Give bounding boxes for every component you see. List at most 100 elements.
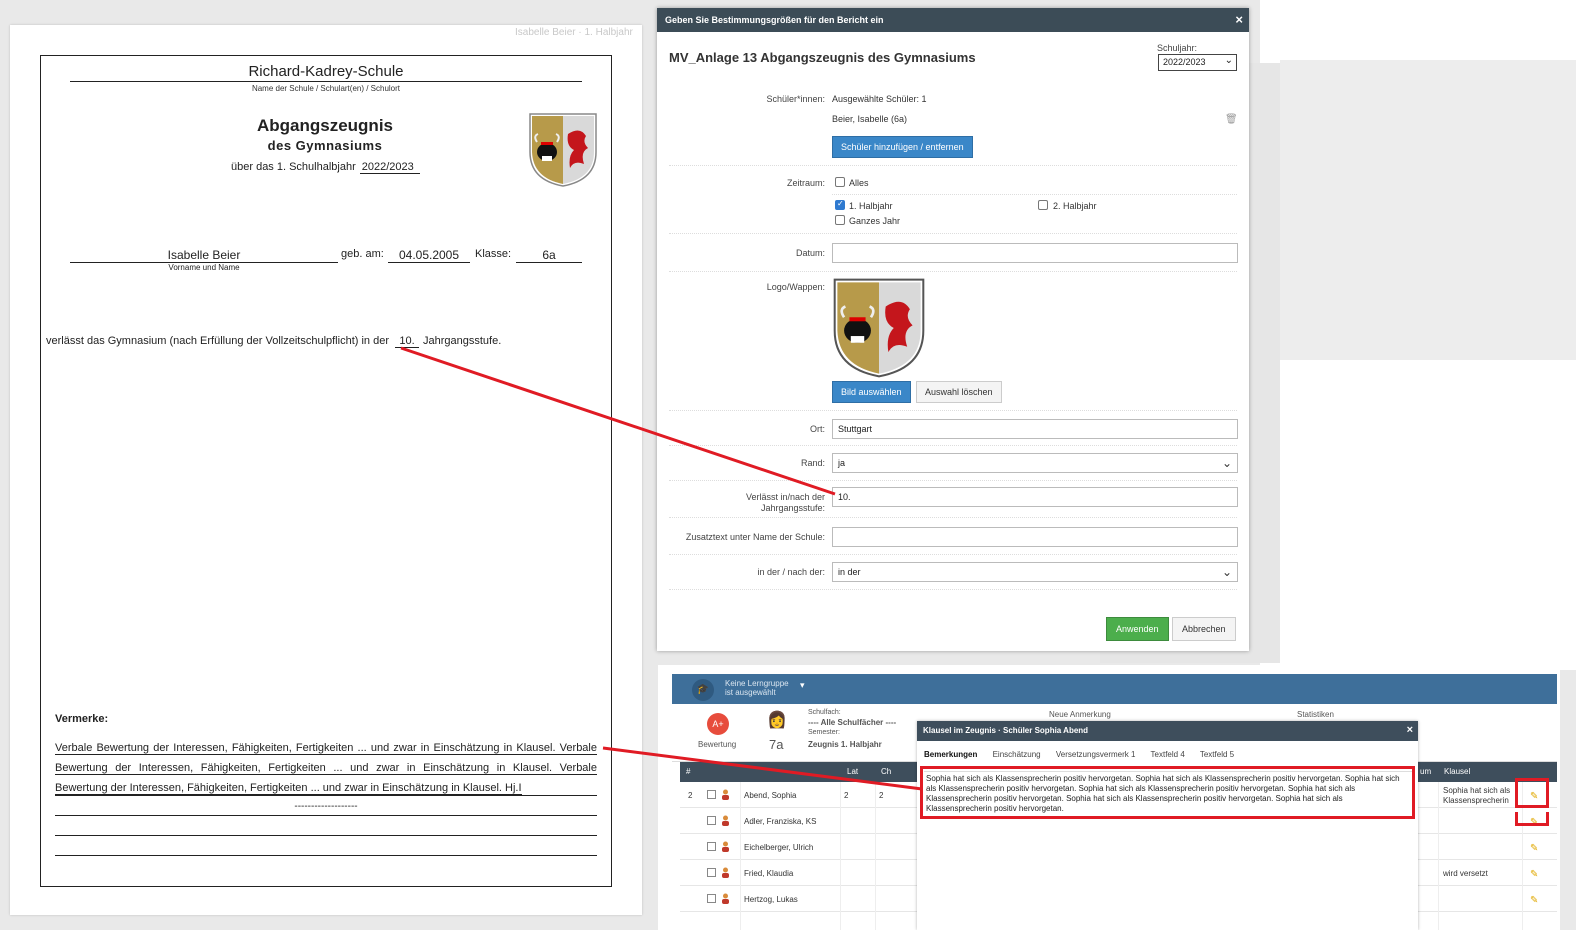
student-icon — [722, 867, 729, 878]
school-name-caption: Name der Schule / Schulart(en) / Schulor… — [251, 84, 401, 93]
period-first-half-checkbox[interactable] — [835, 199, 845, 210]
statistics-button[interactable]: Statistiken — [1297, 710, 1334, 719]
separator — [669, 271, 1237, 272]
period-full-year-checkbox[interactable] — [835, 215, 845, 225]
place-label: Ort: — [810, 424, 825, 434]
col-klausel: Klausel — [1444, 767, 1471, 776]
students-selected-count: Ausgewählte Schüler: 1 — [832, 94, 927, 104]
report-title: MV_Anlage 13 Abgangszeugnis des Gymnasiu… — [669, 50, 976, 65]
students-label: Schüler*innen: — [766, 94, 825, 104]
leaves-statement: verlässt das Gymnasium (nach Erfüllung d… — [46, 335, 501, 348]
separator — [832, 194, 1237, 195]
school-name: Richard-Kadrey-Schule — [70, 63, 582, 82]
learning-group-selector[interactable]: Keine Lerngruppe ist ausgewählt — [725, 679, 789, 697]
logo-label: Logo/Wappen: — [766, 282, 825, 292]
row-number: 2 — [688, 791, 693, 800]
coat-of-arms-icon — [529, 113, 597, 187]
klausel-modal: Klausel im Zeugnis · Schüler Sophia Aben… — [917, 721, 1418, 930]
remarks-content: Verbale Bewertung der Interessen, Fähigk… — [55, 742, 597, 795]
separator — [669, 410, 1237, 411]
cancel-button[interactable]: Abbrechen — [1172, 617, 1236, 641]
report-parameters-dialog: Geben Sie Bestimmungsgrößen für den Beri… — [657, 8, 1249, 651]
remarks-text: Verbale Bewertung der Interessen, Fähigk… — [55, 738, 597, 798]
rating-label[interactable]: Bewertung — [698, 740, 736, 749]
student-name: Adler, Franziska, KS — [744, 817, 817, 826]
border-select[interactable]: ja ⌄ — [832, 453, 1238, 473]
chevron-down-icon: ⌄ — [1221, 565, 1232, 579]
edit-pencil-icon[interactable]: ✎ — [1530, 869, 1538, 880]
date-input[interactable] — [832, 243, 1238, 263]
in-after-value: in der — [838, 567, 861, 577]
grid-column-line — [840, 782, 841, 930]
separator — [669, 233, 1237, 234]
tab-einschaetzung[interactable]: Einschätzung — [993, 750, 1041, 759]
choose-image-button[interactable]: Bild auswählen — [832, 381, 911, 403]
dialog-header-title: Geben Sie Bestimmungsgrößen für den Beri… — [665, 15, 884, 25]
annotation-pencil-box-lower — [1515, 812, 1549, 826]
row-checkbox[interactable] — [707, 894, 716, 903]
class-value[interactable]: 7a — [769, 737, 783, 752]
selected-student-entry: Beier, Isabelle (6a) — [832, 114, 908, 124]
group-line-1: Keine Lerngruppe — [725, 679, 789, 688]
student-icon — [722, 893, 729, 904]
clear-selection-button[interactable]: Auswahl löschen — [916, 381, 1002, 403]
tab-textfeld-4[interactable]: Textfeld 4 — [1151, 750, 1185, 759]
period-second-half-label: 2. Halbjahr — [1053, 201, 1097, 211]
student-name-caption: Vorname und Name — [168, 263, 240, 272]
rating-icon[interactable]: A+ — [707, 713, 729, 735]
separator — [669, 554, 1237, 555]
date-label: Datum: — [795, 248, 825, 258]
subject-value[interactable]: ---- Alle Schulfächer ---- — [808, 718, 896, 727]
background-right-gray — [1280, 60, 1576, 360]
klausel-text: Sophia hat sich als Klassensprecherin — [1443, 786, 1511, 805]
row-checkbox[interactable] — [707, 842, 716, 851]
student-name: Isabelle Beier — [70, 248, 338, 263]
school-year-label: Schuljahr: — [1157, 43, 1198, 53]
row-checkbox[interactable] — [707, 816, 716, 825]
col-number: # — [686, 767, 691, 776]
remarks-line — [55, 835, 597, 836]
separator — [669, 480, 1237, 481]
graduation-cap-icon[interactable]: 🎓 — [692, 679, 714, 701]
edit-pencil-icon[interactable]: ✎ — [1530, 895, 1538, 906]
remarks-dashes: ------------------- — [294, 801, 358, 812]
edit-pencil-icon[interactable]: ✎ — [1530, 843, 1538, 854]
in-after-select[interactable]: in der ⌄ — [832, 562, 1238, 582]
leaves-grade-input[interactable]: 10. — [832, 487, 1238, 507]
place-input[interactable]: Stuttgart — [832, 419, 1238, 439]
row-checkbox[interactable] — [707, 790, 716, 799]
tab-bemerkungen[interactable]: Bemerkungen — [924, 750, 977, 759]
new-note-button[interactable]: Neue Anmerkung — [1049, 710, 1111, 719]
remarks-line — [55, 855, 597, 856]
extra-text-label: Zusatztext unter Name der Schule: — [685, 532, 825, 542]
separator — [669, 445, 1237, 446]
class-value: 6a — [516, 248, 582, 263]
semester-value[interactable]: Zeugnis 1. Halbjahr — [808, 740, 882, 749]
student-icon — [722, 815, 729, 826]
school-year-select[interactable]: 2022/2023 ⌄ — [1158, 54, 1237, 71]
grade-lat[interactable]: 2 — [844, 791, 848, 800]
add-remove-students-button[interactable]: Schüler hinzufügen / entfernen — [832, 136, 973, 158]
trash-icon[interactable]: 🗑 — [1225, 114, 1238, 125]
period-all-checkbox[interactable] — [835, 177, 845, 187]
apply-button[interactable]: Anwenden — [1106, 617, 1169, 641]
chevron-down-icon[interactable]: ▾ — [800, 680, 805, 691]
tab-textfeld-5[interactable]: Textfeld 5 — [1200, 750, 1234, 759]
coat-of-arms-preview-icon — [833, 278, 925, 378]
close-icon[interactable]: × — [1235, 12, 1243, 27]
row-checkbox[interactable] — [707, 868, 716, 877]
extra-text-input[interactable] — [832, 527, 1238, 547]
grid-column-line — [1438, 782, 1439, 930]
period-second-half-checkbox[interactable] — [1038, 200, 1048, 210]
grid-column-line — [740, 782, 741, 930]
klausel-tabs: Bemerkungen Einschätzung Versetzungsverm… — [924, 750, 1247, 759]
tab-versetzungsvermerk[interactable]: Versetzungsvermerk 1 — [1056, 750, 1136, 759]
student-icon — [722, 789, 729, 800]
leaves-grade-value: 10. — [394, 335, 419, 348]
klausel-text: wird versetzt — [1443, 869, 1488, 878]
grade-ch[interactable]: 2 — [879, 791, 883, 800]
birthdate-value: 04.05.2005 — [388, 248, 470, 263]
remarks-line — [55, 795, 597, 796]
student-avatar-icon: 👩 — [767, 712, 787, 729]
close-icon[interactable]: × — [1407, 724, 1413, 736]
